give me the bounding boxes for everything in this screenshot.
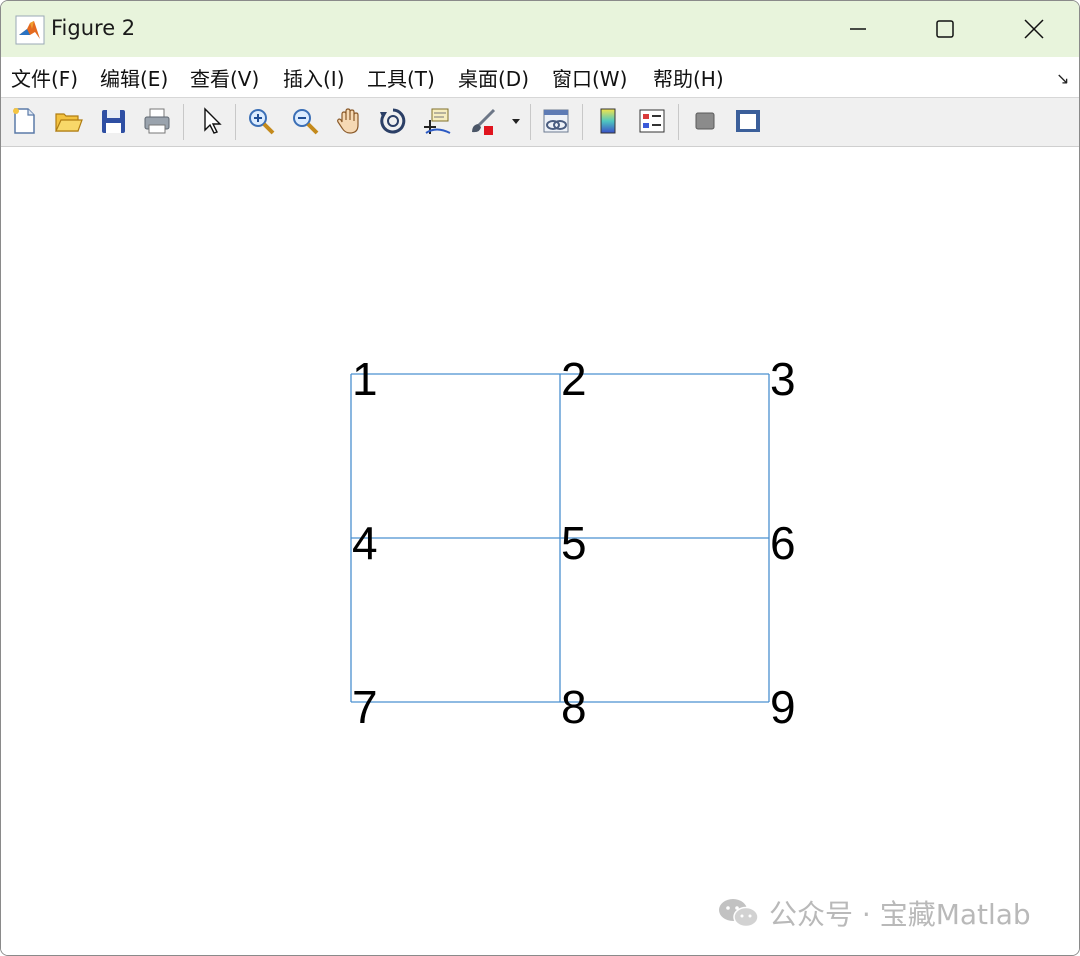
maximize-icon	[936, 20, 954, 38]
hide-plot-tools-button[interactable]	[688, 104, 722, 138]
figure-canvas[interactable]: 1 2 3 4 5 6 7 8 9 公众号 · 宝藏Matlab	[1, 147, 1079, 955]
figure-toolbar	[1, 98, 1079, 147]
menu-insert[interactable]: 插入(I)	[283, 63, 345, 92]
zoom-in-button[interactable]	[244, 104, 278, 138]
colorbar-icon	[600, 108, 616, 134]
brush-button[interactable]	[466, 104, 500, 138]
data-cursor-button[interactable]	[420, 104, 454, 138]
open-file-icon	[55, 113, 83, 132]
minimize-icon	[850, 28, 866, 30]
edit-plot-button[interactable]	[194, 104, 228, 138]
node-label-5: 5	[561, 517, 587, 569]
zoom-in-icon	[249, 109, 275, 135]
print-icon	[144, 108, 170, 134]
toolbar-separator	[183, 104, 184, 140]
maximize-button[interactable]	[900, 1, 990, 57]
link-plot-button[interactable]	[539, 104, 573, 138]
menu-edit[interactable]: 编辑(E)	[100, 63, 168, 92]
node-label-1: 1	[352, 353, 378, 405]
toolbar-separator	[582, 104, 583, 140]
data-cursor-icon	[424, 108, 451, 134]
node-label-2: 2	[561, 353, 587, 405]
title-bar[interactable]: Figure 2	[1, 1, 1079, 57]
print-button[interactable]	[140, 104, 174, 138]
graph-node-labels: 1 2 3 4 5 6 7 8 9	[352, 353, 796, 733]
chevron-down-icon	[512, 119, 520, 124]
toolbar-separator	[530, 104, 531, 140]
watermark-text: 公众号 · 宝藏Matlab	[769, 898, 1031, 931]
open-file-button[interactable]	[51, 104, 85, 138]
legend-icon	[639, 109, 665, 133]
node-label-9: 9	[770, 681, 796, 733]
new-figure-icon	[13, 108, 35, 134]
node-label-7: 7	[352, 681, 378, 733]
colorbar-button[interactable]	[591, 104, 625, 138]
node-label-3: 3	[770, 353, 796, 405]
pan-button[interactable]	[332, 104, 366, 138]
legend-button[interactable]	[635, 104, 669, 138]
watermark: 公众号 · 宝藏Matlab	[717, 893, 1031, 933]
zoom-out-icon	[293, 109, 319, 135]
rotate-3d-icon	[380, 108, 406, 134]
link-plot-icon	[543, 109, 569, 133]
dock-arrow-icon[interactable]: ↘	[1056, 69, 1069, 88]
show-plot-tools-button[interactable]	[731, 104, 765, 138]
matlab-logo-icon	[15, 15, 45, 45]
new-figure-button[interactable]	[7, 104, 41, 138]
menu-bar: 文件(F) 编辑(E) 查看(V) 插入(I) 工具(T) 桌面(D) 窗口(W…	[1, 57, 1079, 98]
save-icon	[102, 110, 125, 133]
save-button[interactable]	[96, 104, 130, 138]
menu-file[interactable]: 文件(F)	[11, 63, 78, 92]
graph-plot: 1 2 3 4 5 6 7 8 9	[350, 353, 796, 733]
hide-plot-tools-icon	[695, 112, 715, 130]
minimize-button[interactable]	[813, 1, 903, 57]
node-label-6: 6	[770, 517, 796, 569]
toolbar-separator	[678, 104, 679, 140]
brush-dropdown-button[interactable]	[506, 104, 526, 138]
wechat-icon	[719, 899, 759, 928]
close-button[interactable]	[989, 1, 1079, 57]
toolbar-separator	[235, 104, 236, 140]
menu-window[interactable]: 窗口(W)	[552, 63, 627, 92]
pan-hand-icon	[337, 108, 359, 134]
zoom-out-button[interactable]	[288, 104, 322, 138]
menu-help[interactable]: 帮助(H)	[653, 63, 724, 92]
menu-view[interactable]: 查看(V)	[190, 63, 259, 92]
menu-tools[interactable]: 工具(T)	[367, 63, 435, 92]
node-label-4: 4	[352, 517, 378, 569]
menu-desktop[interactable]: 桌面(D)	[458, 63, 529, 92]
window-title: Figure 2	[51, 16, 136, 40]
show-plot-tools-icon	[736, 110, 760, 132]
close-icon	[1024, 19, 1044, 39]
node-label-8: 8	[561, 681, 587, 733]
brush-icon	[472, 108, 496, 135]
graph-edges	[350, 373, 770, 703]
rotate-3d-button[interactable]	[376, 104, 410, 138]
figure-window: Figure 2 文件(F) 编辑(E) 查看(V) 插入(I) 工具(T) 桌…	[0, 0, 1080, 956]
edit-plot-arrow-icon	[204, 107, 222, 134]
